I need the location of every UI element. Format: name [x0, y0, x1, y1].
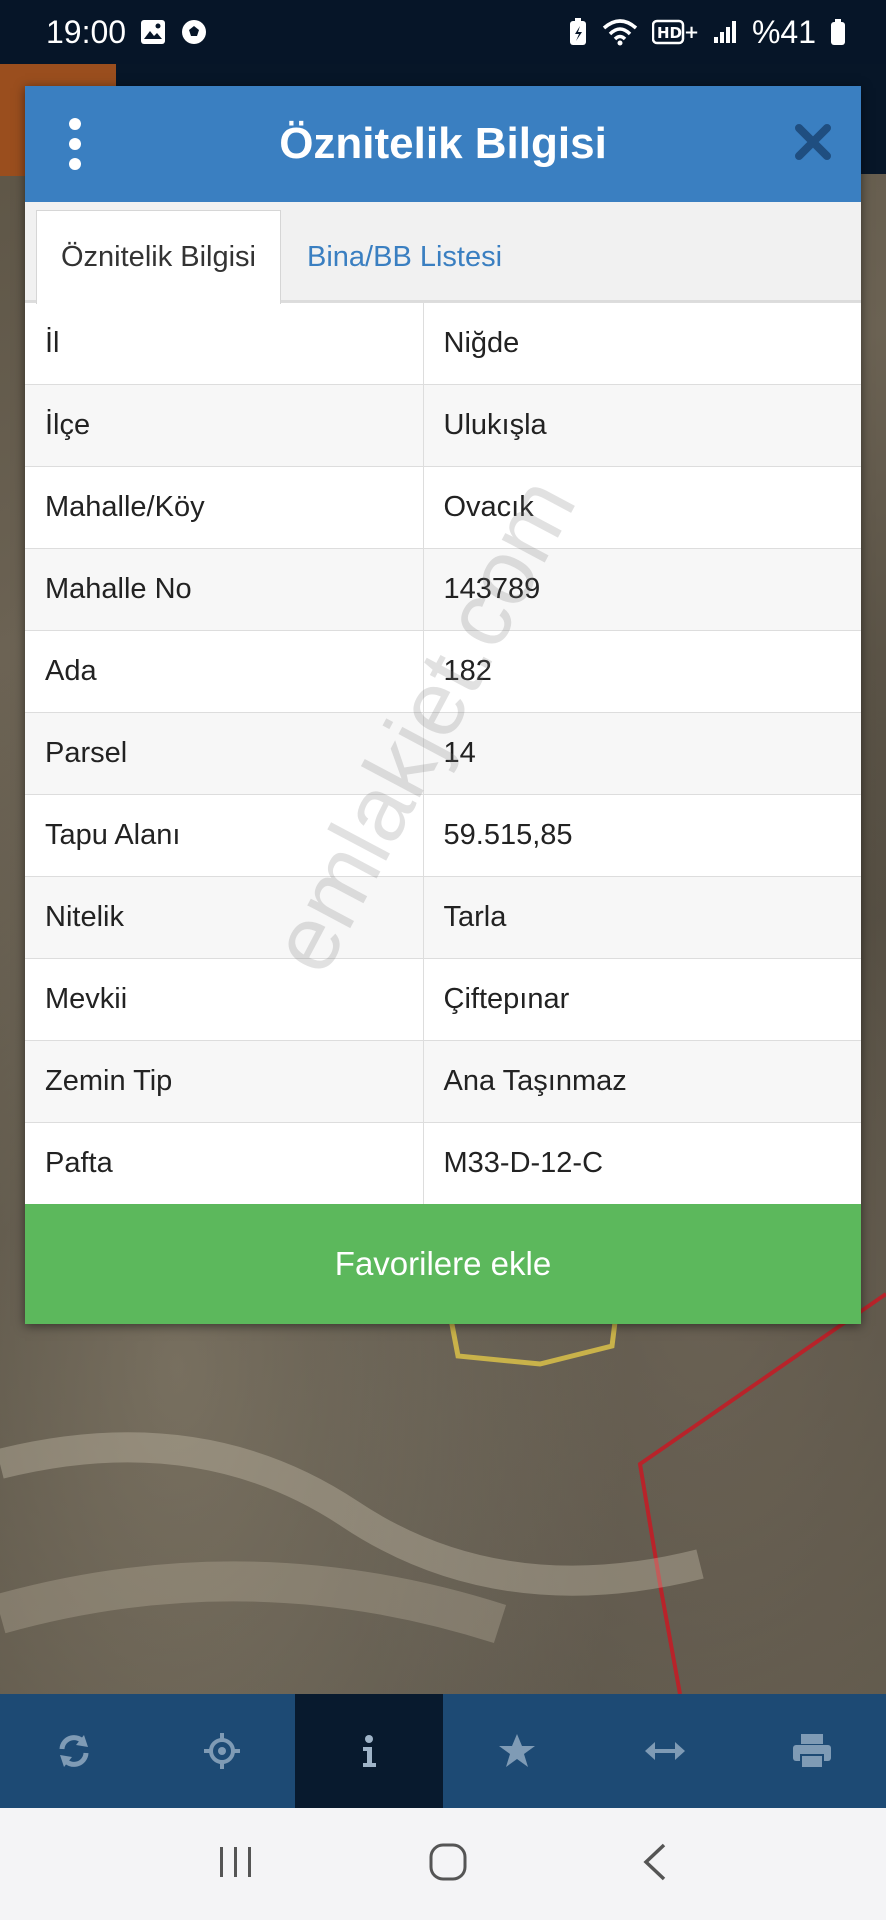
- row-key: Mahalle/Köy: [25, 466, 424, 549]
- row-value: Çiftepınar: [423, 958, 861, 1041]
- row-value: 14: [423, 712, 861, 795]
- row-value: M33-D-12-C: [423, 1122, 861, 1205]
- info-button[interactable]: [295, 1694, 444, 1808]
- svg-text:HD: HD: [657, 24, 682, 42]
- crosshair-icon: [203, 1733, 240, 1769]
- table-row: Zemin Tip Ana Taşınmaz: [25, 1040, 861, 1123]
- soccer-ball-icon: [180, 18, 208, 46]
- table-row: Tapu Alanı 59.515,85: [25, 794, 861, 877]
- home-button[interactable]: [428, 1842, 468, 1887]
- signal-icon: [712, 19, 738, 45]
- measure-button[interactable]: [591, 1694, 739, 1808]
- row-value: 182: [423, 630, 861, 713]
- status-left: 19:00: [46, 14, 208, 51]
- row-key: Parsel: [25, 712, 424, 795]
- row-value: Ulukışla: [423, 384, 861, 467]
- row-key: Mahalle No: [25, 548, 424, 631]
- row-value: 59.515,85: [423, 794, 861, 877]
- table-row: Parsel 14: [25, 712, 861, 795]
- table-row: İlçe Ulukışla: [25, 384, 861, 467]
- refresh-icon: [59, 1735, 89, 1767]
- dialog-header: Öznitelik Bilgisi: [25, 86, 861, 202]
- battery-percent: %41: [751, 13, 816, 50]
- bottom-toolbar: [0, 1694, 886, 1808]
- system-nav-bar: [0, 1808, 886, 1920]
- status-bar: 19:00 HD + %41: [0, 0, 886, 64]
- table-row: İl Niğde: [25, 302, 861, 385]
- table-row: Ada 182: [25, 630, 861, 713]
- table-row: Mahalle No 143789: [25, 548, 861, 631]
- star-icon: [498, 1734, 535, 1767]
- back-icon: [643, 1843, 666, 1880]
- attribute-dialog: Öznitelik Bilgisi Öznitelik Bilgisi Bina…: [25, 86, 861, 1324]
- table-row: Nitelik Tarla: [25, 876, 861, 959]
- dialog-title: Öznitelik Bilgisi: [279, 119, 607, 168]
- print-button[interactable]: [738, 1694, 886, 1808]
- row-key: Tapu Alanı: [25, 794, 424, 877]
- attribute-table: İl Niğde İlçe Ulukışla Mahalle/Köy Ovacık M…: [25, 302, 861, 1205]
- home-icon: [429, 1843, 467, 1880]
- recent-apps-icon: [220, 1846, 251, 1877]
- back-button[interactable]: [640, 1842, 670, 1887]
- tab-attribute-info[interactable]: Öznitelik Bilgisi: [36, 210, 281, 304]
- row-key: İl: [25, 302, 424, 385]
- row-value: 143789: [423, 548, 861, 631]
- row-value: Tarla: [423, 876, 861, 959]
- row-key: Ada: [25, 630, 424, 713]
- tab-bar: Öznitelik Bilgisi Bina/BB Listesi: [25, 202, 861, 304]
- table-row: Mahalle/Köy Ovacık: [25, 466, 861, 549]
- measure-icon: [644, 1742, 685, 1760]
- row-key: İlçe: [25, 384, 424, 467]
- print-icon: [793, 1734, 832, 1769]
- locate-button[interactable]: [148, 1694, 296, 1808]
- status-right: HD + %41: [568, 14, 846, 51]
- row-key: Zemin Tip: [25, 1040, 424, 1123]
- row-key: Nitelik: [25, 876, 424, 959]
- favorites-button[interactable]: [443, 1694, 591, 1808]
- status-time: 19:00: [46, 13, 127, 50]
- table-row: Pafta M33-D-12-C: [25, 1122, 861, 1205]
- refresh-button[interactable]: [0, 1694, 148, 1808]
- battery-icon: [830, 18, 846, 46]
- image-icon: [140, 19, 166, 45]
- table-row: Mevkii Çiftepınar: [25, 958, 861, 1041]
- row-value: Niğde: [423, 302, 861, 385]
- info-icon: [363, 1735, 377, 1767]
- wifi-icon: [602, 18, 638, 46]
- menu-icon[interactable]: [65, 118, 85, 170]
- row-value: Ana Taşınmaz: [423, 1040, 861, 1123]
- tab-building-list[interactable]: Bina/BB Listesi: [307, 210, 502, 304]
- row-key: Mevkii: [25, 958, 424, 1041]
- row-value: Ovacık: [423, 466, 861, 549]
- battery-saver-icon: [568, 17, 588, 47]
- recent-apps-button[interactable]: [216, 1844, 256, 1885]
- hd-plus-icon: HD +: [651, 18, 698, 46]
- close-icon[interactable]: [793, 122, 833, 162]
- svg-text:+: +: [684, 22, 698, 43]
- row-key: Pafta: [25, 1122, 424, 1205]
- add-favorite-button[interactable]: Favorilere ekle: [25, 1204, 861, 1324]
